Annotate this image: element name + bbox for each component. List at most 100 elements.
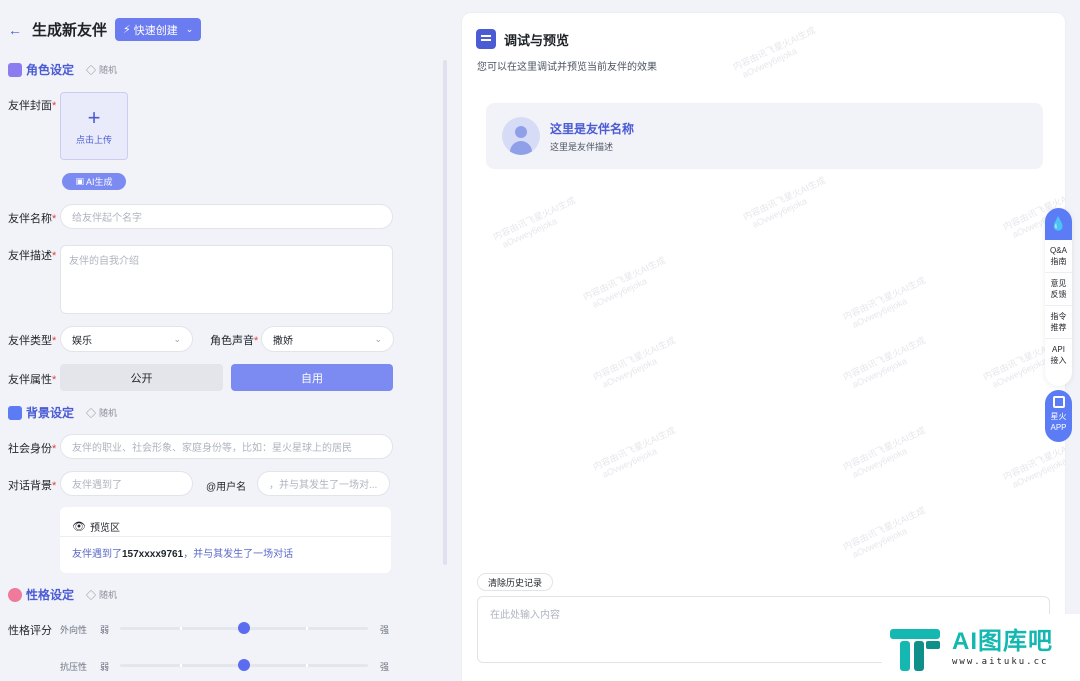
random-background-button[interactable]: 随机 — [85, 406, 117, 419]
preview-user: 157xxxx9761 — [122, 549, 184, 560]
slider-weak-label: 弱 — [100, 625, 110, 635]
feedback-button[interactable]: 意见 反馈 — [1045, 273, 1072, 306]
watermark-text: 内容由讯飞星火AI生成 aOvwey6ejoka — [741, 175, 827, 232]
site-logo: AI图库吧 www.aituku.cc — [882, 614, 1080, 681]
dialog-placeholder-1: 友伴遇到了 — [72, 480, 122, 491]
preview-area: 👁 预览区 友伴遇到了157xxxx9761，并与其发生了一场对话 — [60, 507, 391, 573]
slider-weak-label: 弱 — [100, 662, 110, 672]
chat-input-placeholder: 在此处输入内容 — [490, 610, 560, 621]
slider-name-stress: 抗压性 — [60, 662, 88, 672]
spark-app-label: 星火 APP — [1050, 412, 1067, 432]
upload-text: 点击上传 — [75, 134, 112, 145]
preview-prefix: 友伴遇到了 — [72, 549, 122, 560]
plus-icon: + — [87, 104, 101, 130]
identity-input[interactable]: 友伴的职业、社会形象、家庭身份等，比如：星火星球上的居民 — [60, 434, 393, 459]
cover-label-text: 友伴封面 — [8, 100, 52, 112]
slider-knob-extraversion[interactable] — [238, 622, 250, 634]
top-bar: ← 生成新友伴 ⚡ 快速创建 ⌄ — [8, 18, 202, 41]
floating-toolbar: 💧 Q&A 指南 意见 反馈 指令 推荐 API 接入 — [1045, 208, 1072, 386]
preview-panel-header: 调试与预览 — [476, 29, 569, 49]
attr-label-text: 友伴属性 — [8, 374, 52, 386]
section-personality: 性格设定 随机 — [8, 586, 117, 603]
spark-app-button[interactable]: 星火 APP — [1045, 390, 1072, 442]
slider-knob-stress[interactable] — [238, 659, 250, 671]
companion-form-panel: ← 生成新友伴 ⚡ 快速创建 ⌄ 角色设定 随机 友伴封面* + 点击上传 ▣ … — [0, 0, 452, 681]
type-select[interactable]: 娱乐 ⌄ — [60, 326, 193, 352]
slider-tick — [180, 627, 182, 630]
voice-value: 撒娇 — [273, 335, 293, 347]
attr-private-button[interactable]: 自用 — [231, 364, 393, 391]
preview-title: 预览区 — [89, 523, 120, 534]
slider-tick — [180, 664, 182, 667]
api-access-button[interactable]: API 接入 — [1045, 339, 1072, 371]
logo-sub-text: www.aituku.cc — [952, 656, 1049, 667]
eye-icon: 👁 — [72, 521, 86, 533]
role-section-icon — [8, 62, 22, 77]
desc-placeholder: 友伴的自我介绍 — [69, 256, 139, 267]
companion-card: 这里是友伴名称 这里是友伴描述 — [486, 103, 1043, 169]
chevron-down-icon: ⌄ — [374, 333, 382, 344]
slider-strong-label: 强 — [380, 625, 390, 635]
spark-logo-icon[interactable]: 💧 — [1045, 208, 1072, 240]
back-arrow-icon[interactable]: ← — [8, 19, 22, 41]
dice-icon — [85, 64, 97, 75]
chevron-down-icon: ⌄ — [173, 333, 181, 344]
dialog-label: 对话背景* — [8, 480, 57, 492]
heart-icon — [8, 587, 22, 602]
dialog-input-1[interactable]: 友伴遇到了 — [60, 471, 193, 496]
watermark-text: 内容由讯飞星火AI生成 aOvwey6ejoka — [841, 425, 927, 482]
identity-placeholder: 友伴的职业、社会形象、家庭身份等，比如：星火星球上的居民 — [72, 443, 352, 454]
type-label-text: 友伴类型 — [8, 335, 52, 347]
voice-label-text: 角色声音 — [210, 335, 254, 347]
watermark-text: 内容由讯飞星火AI生成 aOvwey6ejoka — [581, 255, 667, 312]
dialog-placeholder-2: ，并与其发生了一场对... — [269, 480, 378, 491]
slider-strong-label: 强 — [380, 662, 390, 672]
identity-label: 社会身份* — [8, 443, 57, 455]
random-label: 随机 — [99, 590, 118, 600]
random-role-button[interactable]: 随机 — [85, 63, 118, 76]
cover-upload[interactable]: + 点击上传 — [60, 92, 128, 160]
desc-label: 友伴描述* — [8, 250, 57, 262]
quick-create-button[interactable]: ⚡ 快速创建 ⌄ — [115, 18, 202, 41]
qr-code-icon — [1052, 396, 1065, 408]
chevron-down-icon: ⌄ — [185, 24, 194, 34]
random-label: 随机 — [99, 65, 118, 75]
random-personality-button[interactable]: 随机 — [85, 588, 118, 601]
watermark-text: 内容由讯飞星火AI生成 aOvwey6ejoka — [591, 425, 677, 482]
preview-header: 👁 预览区 — [60, 507, 391, 537]
desc-textarea[interactable]: 友伴的自我介绍 — [60, 245, 393, 314]
type-label: 友伴类型* — [8, 335, 57, 347]
dialog-label-text: 对话背景 — [8, 480, 52, 492]
section-title-personality: 性格设定 — [26, 588, 75, 602]
dice-icon — [85, 589, 97, 600]
attr-public-button[interactable]: 公开 — [60, 364, 223, 391]
qa-guide-button[interactable]: Q&A 指南 — [1045, 240, 1072, 273]
debug-icon — [476, 29, 496, 49]
dialog-user-tag: @用户名 — [206, 482, 247, 493]
dialog-input-2[interactable]: ，并与其发生了一场对... — [257, 471, 390, 496]
slider-name-extraversion: 外向性 — [60, 625, 88, 635]
clear-history-button[interactable]: 清除历史记录 — [477, 573, 554, 591]
ai-generate-button[interactable]: ▣ AI生成 — [62, 173, 126, 190]
attr-label: 友伴属性* — [8, 374, 57, 386]
preview-panel-title: 调试与预览 — [504, 32, 570, 48]
watermark-text: 内容由讯飞星火AI生成 aOvwey6ejoka — [731, 25, 817, 82]
name-input[interactable]: 给友伴起个名字 — [60, 204, 393, 229]
desc-label-text: 友伴描述 — [8, 250, 52, 262]
voice-label: 角色声音* — [210, 335, 259, 347]
watermark-text: 内容由讯飞星火AI生成 aOvwey6ejoka — [841, 335, 927, 392]
preview-panel-subtitle: 您可以在这里调试并预览当前友伴的效果 — [477, 62, 657, 73]
aituku-logo-icon — [890, 628, 940, 671]
watermark-text: 内容由讯飞星火AI生成 aOvwey6ejoka — [591, 335, 677, 392]
voice-select[interactable]: 撒娇 ⌄ — [261, 326, 394, 352]
identity-label-text: 社会身份 — [8, 443, 52, 455]
dice-icon — [85, 407, 97, 418]
watermark-text: 内容由讯飞星火AI生成 aOvwey6ejoka — [841, 505, 927, 562]
avatar — [502, 117, 540, 155]
preview-text: 友伴遇到了157xxxx9761，并与其发生了一场对话 — [60, 537, 391, 568]
quick-create-label: 快速创建 — [133, 24, 178, 37]
scrollbar[interactable] — [443, 60, 447, 565]
watermark-text: 内容由讯飞星火AI生成 aOvwey6ejoka — [841, 275, 927, 332]
command-recommend-button[interactable]: 指令 推荐 — [1045, 306, 1072, 339]
lightning-icon: ⚡ — [123, 24, 131, 36]
